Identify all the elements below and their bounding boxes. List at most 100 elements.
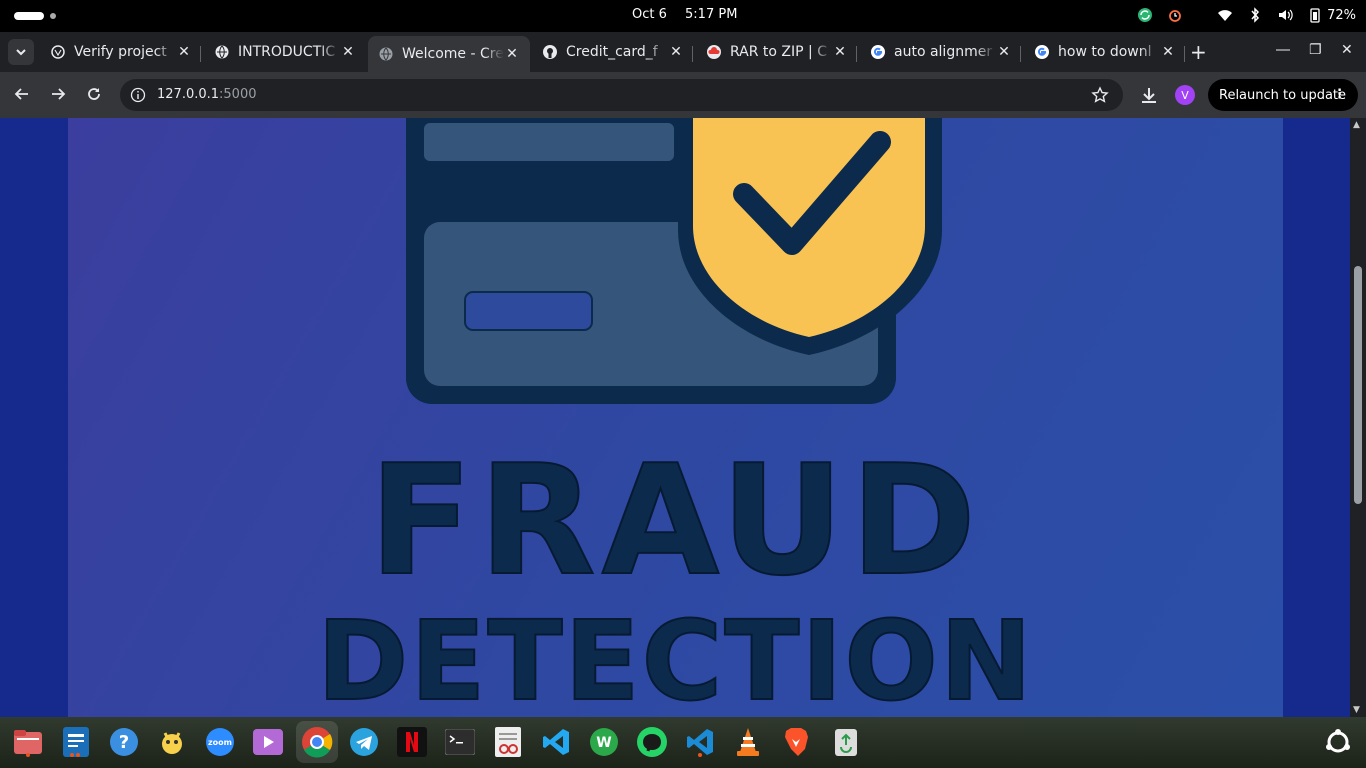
tab-auto-alignment[interactable]: auto alignmer ✕ [860, 36, 1022, 68]
netflix-icon[interactable] [395, 725, 429, 759]
google-icon [1035, 45, 1049, 59]
wps-icon[interactable]: W [587, 725, 621, 759]
page-scrollbar[interactable]: ▲ ▼ [1350, 118, 1366, 717]
trash-icon[interactable] [829, 725, 863, 759]
chevron-down-icon [16, 49, 26, 56]
files-icon[interactable] [11, 725, 45, 759]
cloud-icon [707, 45, 721, 59]
workspace-dot [50, 13, 56, 19]
tab-credit-card[interactable]: Credit_card_f ✕ [532, 36, 694, 68]
browser-toolbar: 127.0.0.1:5000 V Relaunch to update ⋮ [0, 72, 1366, 118]
github-icon [543, 45, 557, 59]
download-icon[interactable] [1139, 85, 1159, 105]
battery-icon [1310, 8, 1320, 23]
whatsapp-icon[interactable] [635, 725, 669, 759]
page-viewport: FRAUD DETECTION [0, 118, 1350, 717]
brave-icon[interactable] [779, 725, 813, 759]
tab-verify-project[interactable]: Verify project ✕ [40, 36, 202, 68]
activities-indicator[interactable] [14, 12, 44, 20]
tab-search-button[interactable] [8, 39, 34, 65]
arrow-left-icon [14, 88, 28, 100]
new-tab-button[interactable]: + [1190, 42, 1207, 62]
tab-divider [1020, 46, 1021, 62]
pet-app-icon[interactable] [155, 725, 189, 759]
telegram-icon[interactable] [347, 725, 381, 759]
tab-title: RAR to ZIP | C [730, 44, 827, 60]
close-tab-icon[interactable]: ✕ [996, 44, 1012, 60]
volume-icon[interactable] [1277, 7, 1293, 23]
scroll-down-arrow-icon[interactable]: ▼ [1353, 705, 1360, 715]
date-label: Oct 6 [632, 7, 667, 22]
clock[interactable]: Oct 6 5:17 PM [632, 7, 751, 22]
headline-fraud: FRAUD [368, 432, 983, 609]
tab-title: Verify project [74, 44, 167, 60]
scroll-up-arrow-icon[interactable]: ▲ [1353, 120, 1360, 130]
reload-button[interactable] [84, 84, 104, 104]
close-tab-icon[interactable]: ✕ [832, 44, 848, 60]
bluetooth-icon[interactable] [1247, 7, 1263, 23]
dock: ? zoom W [0, 717, 1366, 768]
svg-text:W: W [596, 735, 611, 751]
browser-tab-strip: Verify project ✕ INTRODUCTIC ✕ Welcome -… [0, 32, 1366, 72]
relaunch-label: Relaunch to update [1219, 87, 1347, 103]
zoom-icon[interactable]: zoom [203, 725, 237, 759]
back-button[interactable] [12, 84, 32, 104]
tab-welcome[interactable]: Welcome - Cre ✕ [368, 36, 530, 72]
tab-divider [692, 46, 693, 62]
close-window-button[interactable]: ✕ [1341, 42, 1353, 58]
tab-divider [856, 46, 857, 62]
reload-icon [88, 88, 100, 100]
wifi-icon[interactable] [1217, 7, 1233, 23]
chrome-icon[interactable] [296, 721, 338, 763]
close-tab-icon[interactable]: ✕ [340, 44, 356, 60]
minimize-button[interactable]: ― [1276, 42, 1290, 58]
help-icon[interactable]: ? [107, 725, 141, 759]
tab-title: INTRODUCTIC [238, 44, 336, 60]
close-tab-icon[interactable]: ✕ [504, 46, 520, 62]
sync-icon[interactable] [1137, 7, 1153, 23]
text-editor-icon[interactable] [59, 725, 93, 759]
globe-icon [379, 47, 393, 61]
more-menu-icon[interactable]: ⋮ [1333, 87, 1346, 102]
close-tab-icon[interactable]: ✕ [668, 44, 684, 60]
site-info-icon[interactable] [130, 87, 146, 103]
svg-text:?: ? [119, 732, 129, 753]
battery-indicator[interactable]: 72% [1307, 7, 1356, 23]
tab-title: auto alignmer [894, 44, 993, 60]
terminal-icon[interactable] [443, 725, 477, 759]
alarm-icon[interactable] [1167, 7, 1183, 23]
vscode-icon[interactable] [539, 725, 573, 759]
system-top-bar: Oct 6 5:17 PM 72% [0, 0, 1366, 32]
restore-button[interactable]: ❐ [1309, 42, 1322, 58]
globe-icon [215, 45, 229, 59]
forward-button[interactable] [48, 84, 68, 104]
tab-rar-to-zip[interactable]: RAR to ZIP | C ✕ [696, 36, 858, 68]
document-viewer-icon[interactable] [491, 725, 525, 759]
url-text[interactable]: 127.0.0.1:5000 [157, 87, 257, 102]
tab-introduction[interactable]: INTRODUCTIC ✕ [204, 36, 366, 68]
tab-how-to-download[interactable]: how to downl ✕ [1024, 36, 1186, 68]
svg-text:zoom: zoom [208, 738, 232, 747]
tab-divider [1184, 46, 1185, 62]
tab-title: Welcome - Cre [402, 46, 504, 62]
video-player-icon[interactable] [251, 725, 285, 759]
profile-avatar[interactable]: V [1175, 85, 1195, 105]
url-port: :5000 [219, 87, 257, 102]
google-icon [871, 45, 885, 59]
tab-title: how to downl [1058, 44, 1152, 60]
battery-percent: 72% [1327, 7, 1356, 23]
vscode-insiders-icon[interactable] [683, 725, 717, 759]
hero-section: FRAUD DETECTION [68, 118, 1283, 717]
scrollbar-thumb[interactable] [1354, 266, 1362, 504]
close-tab-icon[interactable]: ✕ [1160, 44, 1176, 60]
vlc-icon[interactable] [731, 725, 765, 759]
show-apps-icon[interactable] [1321, 725, 1355, 759]
bookmark-star-icon[interactable] [1091, 86, 1109, 104]
system-tray[interactable]: 72% [1137, 7, 1356, 23]
relaunch-button[interactable]: Relaunch to update ⋮ [1208, 79, 1358, 111]
tab-divider [200, 46, 201, 62]
credit-card-shield-illustration [406, 118, 942, 404]
tab-title: Credit_card_f [566, 44, 658, 60]
close-tab-icon[interactable]: ✕ [176, 44, 192, 60]
address-bar[interactable]: 127.0.0.1:5000 [120, 79, 1123, 111]
